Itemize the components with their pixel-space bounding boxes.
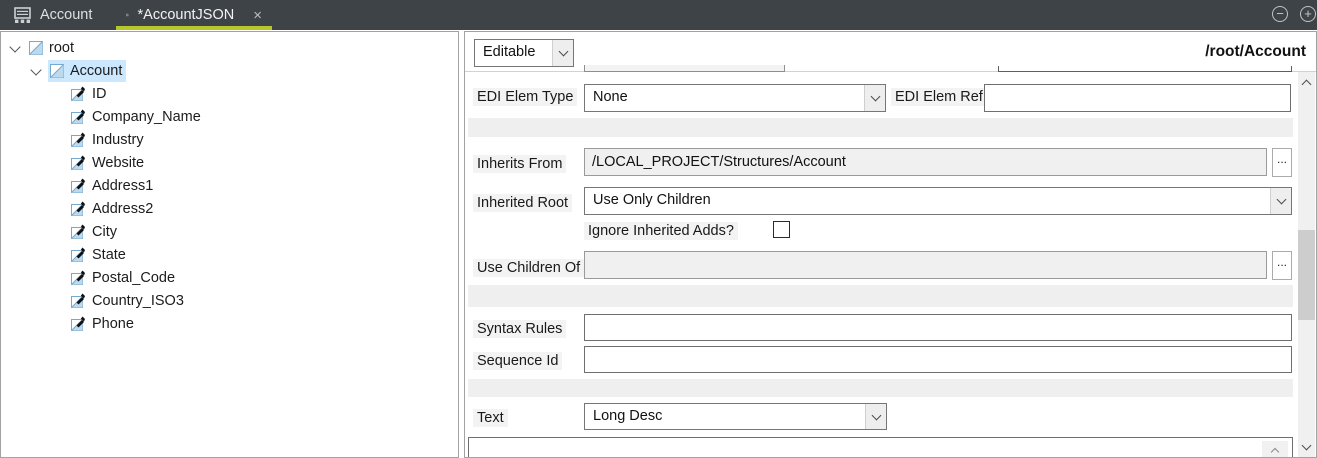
tree-item-label: Country_ISO3 (92, 293, 184, 309)
field-pen-icon (71, 155, 86, 170)
tree-item-field[interactable]: Company_Name (1, 105, 458, 128)
tree-item-label: Account (70, 63, 122, 79)
structure-grid-icon (126, 7, 129, 23)
tree-item-field[interactable]: ID (1, 82, 458, 105)
tab-account[interactable]: Account (4, 0, 102, 30)
edi-elem-ref-input[interactable] (984, 84, 1291, 112)
edi-elem-ref-label: EDI Elem Ref (891, 88, 987, 106)
tree-item-field[interactable]: Address1 (1, 174, 458, 197)
chevron-down-icon[interactable] (865, 404, 886, 429)
tab-label: Account (40, 7, 92, 23)
structure-grid-icon (14, 7, 31, 23)
tree-item-field[interactable]: Postal_Code (1, 266, 458, 289)
sequence-id-label: Sequence Id (473, 352, 562, 370)
scrolled-field-edge (998, 66, 1292, 72)
field-pen-icon (71, 132, 86, 147)
inherits-from-label: Inherits From (473, 155, 566, 173)
tree-selection-highlight: Account (48, 60, 126, 82)
scroll-down-icon[interactable] (1298, 438, 1315, 455)
text-label: Text (473, 409, 508, 427)
syntax-rules-input[interactable] (584, 314, 1292, 341)
tree-item-label: ID (92, 86, 107, 102)
field-pen-icon (71, 316, 86, 331)
field-pen-icon (71, 247, 86, 262)
tree-item-label: Phone (92, 316, 134, 332)
structure-tree-panel: root Account (0, 31, 459, 458)
chevron-down-icon[interactable] (552, 40, 573, 66)
inherited-root-label: Inherited Root (473, 194, 572, 212)
syntax-rules-label: Syntax Rules (473, 320, 566, 338)
app-window: Account *AccountJSON × − + (0, 0, 1317, 458)
tree-item-field[interactable]: State (1, 243, 458, 266)
separator-band (468, 379, 1293, 397)
field-pen-icon (71, 178, 86, 193)
edi-elem-type-label: EDI Elem Type (473, 88, 577, 106)
chevron-down-icon[interactable] (864, 85, 885, 111)
scrollbar-thumb[interactable] (1298, 230, 1315, 320)
tree-item-field[interactable]: Address2 (1, 197, 458, 220)
scrolled-field-edge (584, 65, 785, 72)
select-value: Long Desc (593, 408, 662, 424)
select-value: Editable (483, 44, 535, 60)
inner-scroll-up-icon[interactable] (1262, 441, 1288, 458)
tree-item-field[interactable]: Phone (1, 312, 458, 335)
field-pen-icon (71, 224, 86, 239)
tree-item-label: City (92, 224, 117, 240)
select-value: Use Only Children (593, 192, 711, 208)
scroll-up-icon[interactable] (1298, 74, 1315, 91)
tree-item-label: Industry (92, 132, 144, 148)
tree-item-field[interactable]: Industry (1, 128, 458, 151)
field-pen-icon (71, 293, 86, 308)
sequence-id-input[interactable] (584, 346, 1292, 373)
expand-circle-plus-icon[interactable]: + (1300, 6, 1316, 22)
active-tab-underline (116, 26, 272, 30)
tab-accountjson[interactable]: *AccountJSON × (116, 0, 272, 30)
chevron-down-icon[interactable] (9, 41, 20, 52)
tree-item-label: Postal_Code (92, 270, 175, 286)
tree-item-label: Company_Name (92, 109, 201, 125)
use-children-of-label: Use Children Of (473, 259, 584, 277)
tab-bar: Account *AccountJSON × − + (0, 0, 1317, 30)
chevron-down-icon[interactable] (30, 64, 41, 75)
node-editor-panel: Editable /root/Account EDI Elem Type Non… (464, 31, 1317, 458)
structure-node-icon (29, 41, 43, 55)
separator-band (468, 118, 1293, 137)
tree-item-label: Website (92, 155, 144, 171)
select-value: None (593, 89, 628, 105)
tree-item-label: State (92, 247, 126, 263)
tab-label: *AccountJSON (138, 7, 235, 23)
tree-item-field[interactable]: City (1, 220, 458, 243)
tree-item-label: Address2 (92, 201, 153, 217)
field-pen-icon (71, 109, 86, 124)
editable-mode-select[interactable]: Editable (474, 39, 574, 67)
tree-item-field[interactable]: Website (1, 151, 458, 174)
field-pen-icon (71, 270, 86, 285)
chevron-down-icon[interactable] (1270, 188, 1291, 214)
ignore-inherited-adds-checkbox[interactable] (773, 221, 790, 238)
ignore-inherited-adds-label: Ignore Inherited Adds? (584, 222, 738, 240)
field-pen-icon (71, 201, 86, 216)
tree-item-label: Address1 (92, 178, 153, 194)
tree-item-root[interactable]: root (1, 36, 458, 59)
collapse-circle-minus-icon[interactable]: − (1272, 6, 1288, 22)
structure-node-icon (50, 64, 64, 78)
plus-glyph: + (1304, 6, 1312, 21)
tree-item-account[interactable]: Account (1, 59, 458, 82)
inherits-from-browse-button[interactable]: ... (1272, 148, 1292, 177)
minus-glyph: − (1276, 6, 1284, 21)
node-path-label: /root/Account (1205, 43, 1306, 61)
close-tab-icon[interactable]: × (253, 8, 262, 23)
inherited-root-select[interactable]: Use Only Children (584, 187, 1292, 215)
inherits-from-field[interactable] (584, 148, 1267, 176)
tree-item-field[interactable]: Country_ISO3 (1, 289, 458, 312)
use-children-of-browse-button[interactable]: ... (1272, 251, 1292, 280)
vertical-scrollbar[interactable] (1298, 72, 1315, 457)
field-pen-icon (71, 86, 86, 101)
text-select[interactable]: Long Desc (584, 403, 887, 430)
edi-elem-type-select[interactable]: None (584, 84, 886, 112)
use-children-of-field[interactable] (584, 251, 1267, 279)
tree-item-label: root (49, 40, 74, 56)
separator-band (468, 285, 1293, 307)
long-desc-textarea[interactable] (468, 437, 1293, 458)
